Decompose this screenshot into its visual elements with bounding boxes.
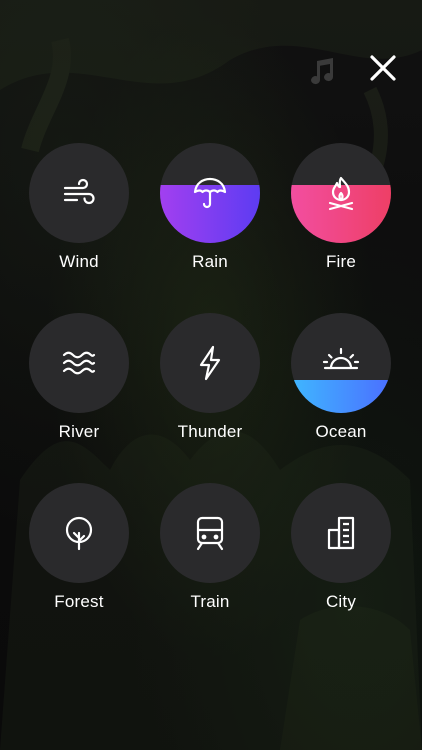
sound-button[interactable] <box>160 313 260 413</box>
sound-tile-train[interactable]: Train <box>160 483 260 612</box>
top-bar <box>0 0 422 110</box>
sound-tile-wind[interactable]: Wind <box>29 143 129 272</box>
sound-label: Rain <box>192 252 228 271</box>
sound-tile-rain[interactable]: Rain <box>160 143 260 272</box>
sound-button[interactable] <box>29 483 129 583</box>
sound-label: Thunder <box>177 422 243 441</box>
sound-label: Fire <box>325 252 357 271</box>
building-icon <box>321 513 361 553</box>
sound-tile-thunder[interactable]: Thunder <box>160 313 260 442</box>
campfire-icon <box>321 173 361 213</box>
waves-icon <box>59 343 99 383</box>
sound-label: Train <box>190 592 230 611</box>
sound-label: Wind <box>59 252 99 271</box>
umbrella-icon <box>190 173 230 213</box>
sound-label: Forest <box>54 592 104 611</box>
sound-label: City <box>325 592 357 611</box>
sound-button[interactable] <box>291 143 391 243</box>
sound-label: Ocean <box>315 422 367 441</box>
sound-button[interactable] <box>291 483 391 583</box>
sound-tile-city[interactable]: City <box>291 483 391 612</box>
sound-tile-fire[interactable]: Fire <box>291 143 391 272</box>
close-icon[interactable] <box>366 51 400 85</box>
sound-button[interactable] <box>160 483 260 583</box>
sound-button[interactable] <box>160 143 260 243</box>
train-icon <box>190 513 230 553</box>
sound-button[interactable] <box>29 143 129 243</box>
sound-button[interactable] <box>29 313 129 413</box>
sound-button[interactable] <box>291 313 391 413</box>
sound-tile-river[interactable]: River <box>29 313 129 442</box>
tree-icon <box>59 513 99 553</box>
sunset-icon <box>321 343 361 383</box>
wind-icon <box>59 173 99 213</box>
music-note-icon[interactable] <box>305 55 339 89</box>
volume-level-fill[interactable] <box>291 380 391 413</box>
sound-tile-ocean[interactable]: Ocean <box>291 313 391 442</box>
sound-tile-forest[interactable]: Forest <box>29 483 129 612</box>
sound-label: River <box>58 422 100 441</box>
lightning-icon <box>190 343 230 383</box>
